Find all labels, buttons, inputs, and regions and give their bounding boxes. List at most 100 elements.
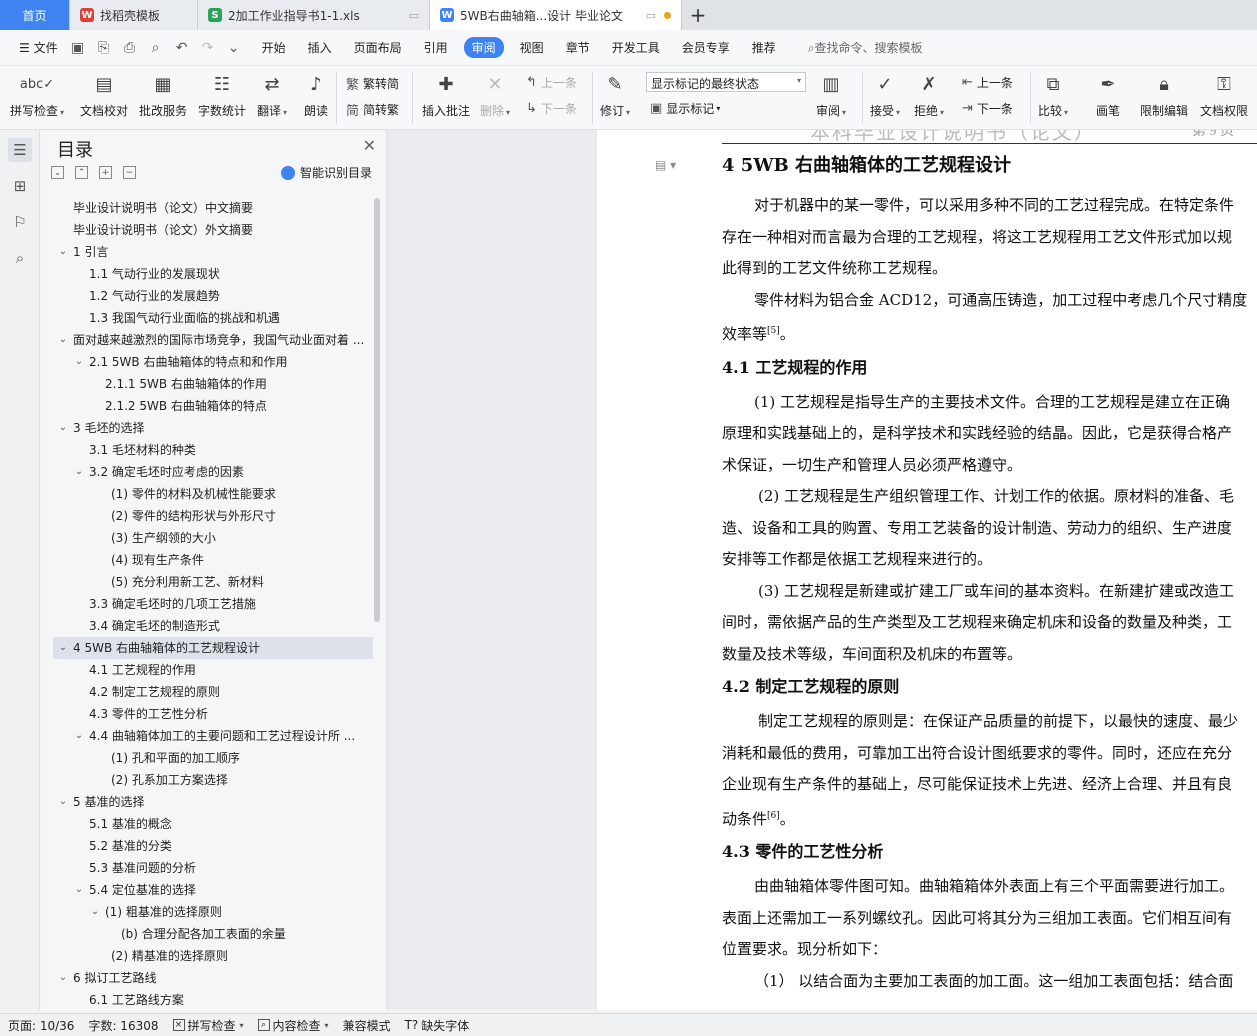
bookmark-icon[interactable]: ⚐ [8, 210, 32, 234]
chevron-down-icon[interactable]: ⌄ [57, 637, 69, 659]
toc-panel-icon[interactable]: ☰ [8, 138, 32, 162]
tab-docer-templates[interactable]: W 找稻壳模板 [70, 0, 198, 30]
save-icon[interactable]: ▣ [69, 39, 87, 57]
document-page[interactable]: 本科毕业设计说明书（论文） 第 9 页 ▤ ▾ 4 5WB 右曲轴箱体的工艺规程… [597, 130, 1257, 1010]
toc-item[interactable]: (1) 孔和平面的加工顺序 [53, 747, 373, 769]
toc-item[interactable]: 4.2 制定工艺规程的原则 [53, 681, 373, 703]
export-pdf-icon[interactable]: ⎘ [95, 39, 113, 57]
missing-font-status[interactable]: T? 缺失字体 [405, 1017, 470, 1034]
undo-icon[interactable]: ↶ [173, 39, 191, 57]
new-tab-button[interactable]: + [682, 0, 714, 30]
toc-item[interactable]: ⌄ (1) 粗基准的选择原则 [53, 901, 373, 923]
toc-item[interactable]: (3) 生产纲领的大小 [53, 527, 373, 549]
citation-marker[interactable]: [6] [767, 811, 780, 821]
prev-comment-button[interactable]: ↰ 上一条 [526, 74, 577, 91]
search-icon[interactable]: ⌕ [8, 246, 32, 270]
accept-button[interactable]: ✓ 接受 ▾ [870, 70, 900, 119]
toc-item[interactable]: ⌄ 面对越来越激烈的国际市场竞争，我国气动业面对着 ... [53, 329, 373, 351]
paragraph-marker-icon[interactable]: ▤ ▾ [655, 158, 676, 172]
review-pane-button[interactable]: ▥ 审阅 ▾ [816, 70, 846, 119]
chevron-down-icon[interactable]: ⌄ [57, 417, 69, 439]
word-count-indicator[interactable]: 字数: 16308 [88, 1017, 158, 1034]
chevron-down-icon[interactable]: ⌄ [73, 725, 85, 747]
delete-comment-button[interactable]: ✕ 删除 ▾ [480, 70, 510, 119]
more-icon[interactable]: ⌄ [225, 39, 243, 57]
toc-item[interactable]: 1.1 气动行业的发展现状 [53, 263, 373, 285]
toc-item[interactable]: 4.3 零件的工艺性分析 [53, 703, 373, 725]
toc-item[interactable]: 5.2 基准的分类 [53, 835, 373, 857]
chapter-nav-icon[interactable]: ⊞ [8, 174, 32, 198]
toc-item[interactable]: (4) 现有生产条件 [53, 549, 373, 571]
monitor-icon[interactable]: ▭ [409, 9, 419, 22]
insert-comment-button[interactable]: ✚ 插入批注 [422, 70, 470, 119]
toc-item[interactable]: (2) 孔系加工方案选择 [53, 769, 373, 791]
toc-item[interactable]: ⌄ 4.4 曲轴箱体加工的主要问题和工艺过程设计所 ... [53, 725, 373, 747]
citation-marker[interactable]: [5] [767, 326, 780, 336]
compare-button[interactable]: ⧉ 比较 ▾ [1038, 70, 1068, 119]
toc-item[interactable]: 毕业设计说明书（论文）外文摘要 [53, 219, 373, 241]
doc-permission-button[interactable]: ⚿ 文档权限 [1200, 70, 1248, 119]
toc-item[interactable]: (2) 零件的结构形状与外形尺寸 [53, 505, 373, 527]
batch-service-button[interactable]: ▦ 批改服务 [139, 70, 187, 119]
toc-item[interactable]: 2.1.2 5WB 右曲轴箱体的特点 [53, 395, 373, 417]
close-icon[interactable]: ✕ [363, 136, 376, 155]
toc-item[interactable]: ⌄ 3 毛坯的选择 [53, 417, 373, 439]
chevron-down-icon[interactable]: ⌄ [73, 461, 85, 483]
menu-review[interactable]: 审阅 [463, 37, 504, 58]
command-search[interactable]: ⌕查找命令、搜索模板 [797, 39, 934, 56]
toc-item[interactable]: 6.1 工艺路线方案 [53, 989, 373, 1007]
menu-references[interactable]: 引用 [413, 39, 459, 56]
toc-item[interactable]: 5.1 基准的概念 [53, 813, 373, 835]
menu-recommend[interactable]: 推荐 [741, 39, 787, 56]
chevron-down-icon[interactable]: ⌄ [73, 351, 85, 373]
chevron-down-icon[interactable]: ⌄ [57, 329, 69, 351]
menu-insert[interactable]: 插入 [297, 39, 343, 56]
chevron-down-icon[interactable]: ⌄ [89, 901, 101, 923]
translate-button[interactable]: ⇄ 翻译 ▾ [257, 70, 287, 119]
smart-toc-button[interactable]: 智能识别目录 [280, 164, 372, 181]
toc-item[interactable]: ⌄ 5 基准的选择 [53, 791, 373, 813]
toc-item[interactable]: (2) 精基准的选择原则 [53, 945, 373, 967]
show-markup-button[interactable]: ▣ 显示标记 ▾ [650, 100, 720, 117]
toc-item[interactable]: 2.1.1 5WB 右曲轴箱体的作用 [53, 373, 373, 395]
menu-view[interactable]: 视图 [509, 39, 555, 56]
toc-item[interactable]: 1.2 气动行业的发展趋势 [53, 285, 373, 307]
toc-item[interactable]: (5) 充分利用新工艺、新材料 [53, 571, 373, 593]
content-check-status[interactable]: ⌕ 内容检查 ▾ [257, 1017, 329, 1034]
simp-to-trad-button[interactable]: 简简转繁 [346, 100, 399, 119]
toc-item[interactable]: ⌄ 4 5WB 右曲轴箱体的工艺规程设计 [53, 637, 373, 659]
toc-item[interactable]: ⌄ 5.4 定位基准的选择 [53, 879, 373, 901]
preview-icon[interactable]: ⌕ [147, 39, 165, 57]
document-body[interactable]: 4 5WB 右曲轴箱体的工艺规程设计 对于机器中的某一零件，可以采用多种不同的工艺… [722, 150, 1257, 997]
toc-item[interactable]: 1.3 我国气动行业面临的挑战和机遇 [53, 307, 373, 329]
chevron-down-icon[interactable]: ⌄ [57, 967, 69, 989]
redo-icon[interactable]: ↷ [199, 39, 217, 57]
add-heading-icon[interactable]: + [99, 166, 112, 179]
expand-up-icon[interactable]: ⌃ [75, 166, 88, 179]
next-comment-button[interactable]: ↳ 下一条 [526, 100, 577, 117]
prev-change-button[interactable]: ⇤ 上一条 [962, 74, 1013, 91]
toc-scrollbar[interactable] [374, 198, 380, 622]
page-indicator[interactable]: 页面: 10/36 [8, 1017, 74, 1034]
spellcheck-button[interactable]: abc✓ 拼写检查 ▾ [10, 70, 64, 119]
markup-mode-select[interactable]: 显示标记的最终状态 ▾ [646, 72, 806, 92]
spell-check-status[interactable]: × 拼写检查 ▾ [172, 1017, 244, 1034]
menu-member[interactable]: 会员专享 [671, 39, 741, 56]
toc-item[interactable]: ⌄ 1 引言 [53, 241, 373, 263]
remove-heading-icon[interactable]: − [123, 166, 136, 179]
toc-item[interactable]: (1) 零件的材料及机械性能要求 [53, 483, 373, 505]
doc-proof-button[interactable]: ▤ 文档校对 [80, 70, 128, 119]
toc-item[interactable]: 3.1 毛坯材料的种类 [53, 439, 373, 461]
chevron-down-icon[interactable]: ⌄ [57, 791, 69, 813]
toc-item[interactable]: 4.1 工艺规程的作用 [53, 659, 373, 681]
toc-item[interactable]: ⌄ 6 拟订工艺路线 [53, 967, 373, 989]
collapse-all-icon[interactable]: ⌄ [51, 166, 64, 179]
read-aloud-button[interactable]: ♪ 朗读 [302, 70, 330, 119]
menu-start[interactable]: 开始 [251, 39, 297, 56]
word-count-button[interactable]: ☷ 字数统计 [198, 70, 246, 119]
next-change-button[interactable]: ⇥ 下一条 [962, 100, 1013, 117]
toc-item[interactable]: (b) 合理分配各加工表面的余量 [53, 923, 373, 945]
menu-layout[interactable]: 页面布局 [343, 39, 413, 56]
menu-chapter[interactable]: 章节 [555, 39, 601, 56]
toc-item[interactable]: ⌄ 2.1 5WB 右曲轴箱体的特点和和作用 [53, 351, 373, 373]
